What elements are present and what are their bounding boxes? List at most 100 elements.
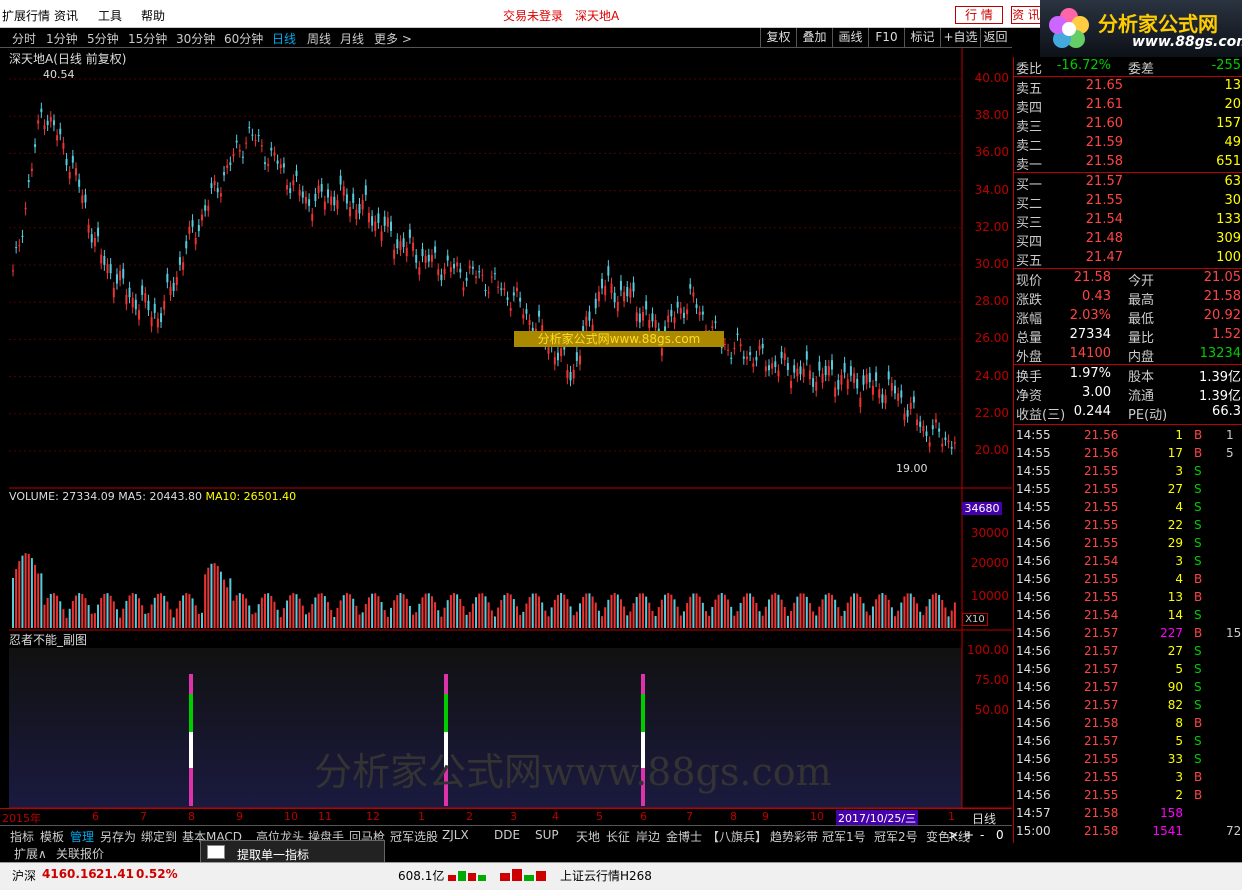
tick-price: 21.58 bbox=[1084, 806, 1119, 820]
tick-volume: 82 bbox=[1167, 698, 1183, 712]
volume-scale[interactable]: X10 bbox=[962, 613, 988, 626]
price-tick: 20.00 bbox=[974, 443, 1009, 457]
depth-price: 21.60 bbox=[1085, 116, 1123, 131]
depth-volume: 133 bbox=[1216, 212, 1241, 227]
period-fenshi[interactable]: 分时 bbox=[12, 30, 36, 47]
indicator-nav[interactable]: 0 bbox=[996, 828, 1004, 842]
indicator-nav[interactable]: - bbox=[980, 828, 984, 842]
menu-extended-quotes[interactable]: 扩展行情 bbox=[2, 7, 50, 24]
x-axis: 2015年 6 7 8 9 10 11 12 1 2 3 4 5 6 7 8 9 10 2017/10/25/三 1 … bbox=[0, 808, 1012, 826]
tick-price: 21.54 bbox=[1084, 608, 1119, 622]
depth-label: 买一 bbox=[1016, 178, 1043, 193]
stat-label2: 内盘 bbox=[1128, 350, 1155, 365]
period-more[interactable]: 更多 > bbox=[374, 30, 412, 47]
tick-direction: S bbox=[1194, 662, 1202, 676]
quotes-button[interactable]: 行 情 bbox=[955, 6, 1003, 24]
price-tick: 22.00 bbox=[974, 405, 1009, 420]
period-30min[interactable]: 30分钟 bbox=[176, 30, 215, 47]
weibi-value: -16.72% bbox=[1056, 58, 1111, 73]
depth-price: 21.47 bbox=[1085, 250, 1123, 265]
x-axis-label: 4 bbox=[552, 810, 559, 823]
related-quote-link[interactable]: 关联报价 bbox=[56, 845, 104, 862]
tick-row: 14:57 21.58 158 bbox=[1014, 804, 1242, 822]
tick-row: 14:56 21.58 8 B bbox=[1014, 714, 1242, 732]
tick-volume: 17 bbox=[1167, 446, 1183, 460]
depth-volume: 20 bbox=[1224, 97, 1241, 112]
tick-count: 1 bbox=[1226, 428, 1234, 442]
depth-row: 卖五 21.65 13 bbox=[1014, 77, 1242, 97]
depth-row: 卖二 21.59 49 bbox=[1014, 134, 1242, 154]
tick-volume: 5 bbox=[1175, 734, 1183, 748]
stat-label2: 股本 bbox=[1128, 370, 1155, 385]
price-tick: 28.00 bbox=[974, 294, 1009, 309]
period-weekly[interactable]: 周线 bbox=[307, 30, 331, 47]
draw-button[interactable]: 画线 bbox=[832, 28, 868, 47]
tick-time: 14:56 bbox=[1016, 572, 1051, 586]
f10-button[interactable]: F10 bbox=[868, 28, 904, 47]
tick-volume: 3 bbox=[1175, 770, 1183, 784]
x-axis-label: 6 bbox=[92, 810, 99, 823]
x-axis-label: 6 bbox=[640, 810, 647, 823]
indicator-tab[interactable]: DDE bbox=[494, 828, 520, 842]
price-tick: 38.00 bbox=[974, 108, 1009, 123]
chart-icon bbox=[207, 845, 225, 859]
expand-toggle[interactable]: 扩展∧ bbox=[14, 845, 47, 862]
menu-tools[interactable]: 工具 bbox=[98, 7, 122, 24]
period-5min[interactable]: 5分钟 bbox=[87, 30, 119, 47]
tick-direction: S bbox=[1194, 698, 1202, 712]
stat-value2: 21.05 bbox=[1203, 270, 1241, 285]
news-button[interactable]: 资 讯 bbox=[1011, 6, 1041, 24]
tick-volume: 4 bbox=[1175, 572, 1183, 586]
tick-volume: 227 bbox=[1160, 626, 1183, 640]
x-axis-label: 11 bbox=[318, 810, 332, 823]
tick-volume: 3 bbox=[1175, 554, 1183, 568]
sub-tick-50: 50.00 bbox=[974, 703, 1009, 717]
kline-svg[interactable] bbox=[9, 48, 1012, 808]
chart-area[interactable]: 深天地A(日线 前复权) 40.54 19.00 分析家公式网www.88gs.… bbox=[9, 48, 1012, 808]
tick-time: 14:55 bbox=[1016, 428, 1051, 442]
depth-row: 卖一 21.58 651 bbox=[1014, 153, 1242, 173]
period-1min[interactable]: 1分钟 bbox=[46, 30, 78, 47]
period-15min[interactable]: 15分钟 bbox=[128, 30, 167, 47]
weibi-label: 委比 bbox=[1016, 62, 1043, 77]
login-status[interactable]: 交易未登录 bbox=[503, 7, 563, 24]
menu-news[interactable]: 资讯 bbox=[54, 7, 78, 24]
x-axis-label: 5 bbox=[596, 810, 603, 823]
stat-value: 2.03% bbox=[1069, 308, 1111, 323]
price-tick: 40.00 bbox=[974, 71, 1009, 85]
depth-label: 买五 bbox=[1016, 254, 1043, 269]
period-daily[interactable]: 日线 bbox=[272, 30, 296, 47]
stat-value: 0.43 bbox=[1082, 289, 1111, 304]
indicator-nav[interactable]: + bbox=[964, 828, 974, 842]
index-price: 21.41 bbox=[96, 867, 134, 881]
tick-row: 14:56 21.57 90 S bbox=[1014, 678, 1242, 696]
back-button[interactable]: 返回 bbox=[980, 28, 1010, 47]
depth-price: 21.58 bbox=[1085, 154, 1123, 169]
flower-logo-icon bbox=[1049, 8, 1089, 48]
depth-volume: 309 bbox=[1216, 231, 1241, 246]
tick-time: 14:56 bbox=[1016, 788, 1051, 802]
mark-button[interactable]: 标记 bbox=[904, 28, 940, 47]
stat-label: 外盘 bbox=[1016, 350, 1043, 365]
fuquan-button[interactable]: 复权 bbox=[760, 28, 796, 47]
cloud-quote: 上证云行情H268 bbox=[560, 869, 652, 883]
indicator-nav[interactable]: > bbox=[948, 828, 958, 842]
add-watchlist-button[interactable]: +自选 bbox=[940, 28, 980, 47]
overlay-button[interactable]: 叠加 bbox=[796, 28, 832, 47]
tick-direction: B bbox=[1194, 572, 1203, 586]
weibi-row: 委比 -16.72% 委差 -255 bbox=[1014, 57, 1242, 77]
menu-help[interactable]: 帮助 bbox=[141, 7, 165, 24]
weicha-value: -255 bbox=[1211, 58, 1241, 73]
stat-value2: 1.52 bbox=[1212, 327, 1241, 342]
depth-price: 21.61 bbox=[1085, 97, 1123, 112]
period-60min[interactable]: 60分钟 bbox=[224, 30, 263, 47]
indicator-tab[interactable]: ZJLX bbox=[442, 828, 469, 842]
tick-volume: 3 bbox=[1175, 464, 1183, 478]
tick-price: 21.55 bbox=[1084, 500, 1119, 514]
tick-direction: S bbox=[1194, 482, 1202, 496]
tick-time: 14:56 bbox=[1016, 752, 1051, 766]
indicator-tab[interactable]: SUP bbox=[535, 828, 559, 842]
tick-time: 14:56 bbox=[1016, 770, 1051, 784]
period-monthly[interactable]: 月线 bbox=[340, 30, 364, 47]
stat-value2: 21.58 bbox=[1203, 289, 1241, 304]
